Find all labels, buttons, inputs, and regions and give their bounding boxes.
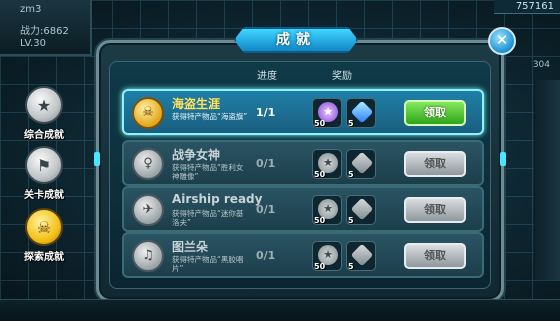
- reward-gem-count: 5: [348, 262, 354, 271]
- achievement-medal-icon: ✈: [132, 194, 164, 226]
- category-general-label: 综合成就: [24, 130, 64, 141]
- achievement-medal-icon: ♀: [132, 148, 164, 180]
- reward-star-slot: ★ 50: [312, 195, 342, 225]
- stage-achievement-icon: ⚑: [25, 146, 63, 184]
- achievement-name: Airship ready: [172, 192, 263, 206]
- achievement-description: 获得特产物品“胜利女神雕像”: [172, 163, 244, 181]
- bottom-bar: [0, 299, 560, 321]
- gem-icon: [350, 151, 374, 175]
- reward-gem-count: 5: [348, 216, 354, 225]
- reward-star-count: 50: [314, 262, 326, 271]
- achievement-row: ✈ Airship ready 获得特产物品“迷你基洛夫” 0/1 ★ 50 5…: [122, 186, 484, 232]
- reward-gem-slot: 5: [346, 98, 376, 128]
- player-level: LV.30: [20, 38, 46, 49]
- achievement-medal-icon: ♫: [132, 240, 164, 272]
- player-info-panel: zm3 战力:6862 LV.30: [0, 0, 92, 56]
- achievement-description: 获得特产物品“迷你基洛夫”: [172, 209, 244, 227]
- reward-star-count: 50: [314, 216, 326, 225]
- achievement-progress: 1/1: [256, 106, 276, 119]
- gem-icon: [350, 197, 374, 221]
- window-title: 成就: [234, 27, 358, 53]
- achievement-description: 获得特产物品“海盗旗”: [172, 112, 248, 121]
- reward-star-count: 50: [314, 170, 326, 179]
- claim-button[interactable]: 领取: [404, 100, 466, 126]
- explore-achievement-icon: ☠: [25, 208, 63, 246]
- reward-star-slot: ★ 50: [312, 149, 342, 179]
- reward-star-slot: ★ 50: [312, 98, 342, 128]
- reward-gem-slot: 5: [346, 149, 376, 179]
- left-glow-marker: [94, 152, 100, 166]
- achievement-description: 获得特产物品“黑胶唱片”: [172, 255, 244, 273]
- general-achievement-icon: ★: [25, 86, 63, 124]
- reward-column-header: 奖励: [332, 71, 352, 82]
- progress-column-header: 进度: [257, 71, 277, 82]
- right-side-strip: [534, 80, 560, 280]
- achievement-name: 图兰朵: [172, 240, 209, 254]
- side-number: 304: [532, 60, 550, 70]
- achievement-row: ♫ 图兰朵 获得特产物品“黑胶唱片” 0/1 ★ 50 5 领取: [122, 232, 484, 278]
- gem-icon: [350, 243, 374, 267]
- achievement-row: ♀ 战争女神 获得特产物品“胜利女神雕像” 0/1 ★ 50 5 领取: [122, 140, 484, 186]
- claim-button[interactable]: 领取: [404, 151, 466, 177]
- reward-gem-slot: 5: [346, 241, 376, 271]
- category-general-button[interactable]: ★ 综合成就: [14, 86, 74, 141]
- close-icon[interactable]: ✕: [488, 27, 516, 55]
- achievement-progress: 0/1: [256, 157, 276, 170]
- achievement-row: ☠ 海盗生涯 获得特产物品“海盗旗” 1/1 ★ 50 5 领取: [122, 89, 484, 135]
- reward-gem-count: 5: [348, 119, 354, 128]
- reward-gem-count: 5: [348, 170, 354, 179]
- claim-button[interactable]: 领取: [404, 197, 466, 223]
- achievement-medal-icon: ☠: [132, 97, 164, 129]
- category-stage-button[interactable]: ⚑ 关卡成就: [14, 146, 74, 201]
- gem-icon: [350, 100, 374, 124]
- achievement-name: 海盗生涯: [172, 97, 221, 111]
- right-glow-marker: [500, 152, 506, 166]
- category-stage-label: 关卡成就: [24, 190, 64, 201]
- category-explore-button[interactable]: ☠ 探索成就: [14, 208, 74, 263]
- category-explore-label: 探索成就: [24, 252, 64, 263]
- achievement-progress: 0/1: [256, 203, 276, 216]
- currency-display: 757161: [494, 0, 560, 14]
- reward-star-slot: ★ 50: [312, 241, 342, 271]
- reward-gem-slot: 5: [346, 195, 376, 225]
- reward-star-count: 50: [314, 119, 326, 128]
- achievement-name: 战争女神: [172, 148, 221, 162]
- achievement-progress: 0/1: [256, 249, 276, 262]
- player-power: 战力:6862: [20, 26, 69, 37]
- claim-button[interactable]: 领取: [404, 243, 466, 269]
- player-name: zm3: [20, 4, 42, 15]
